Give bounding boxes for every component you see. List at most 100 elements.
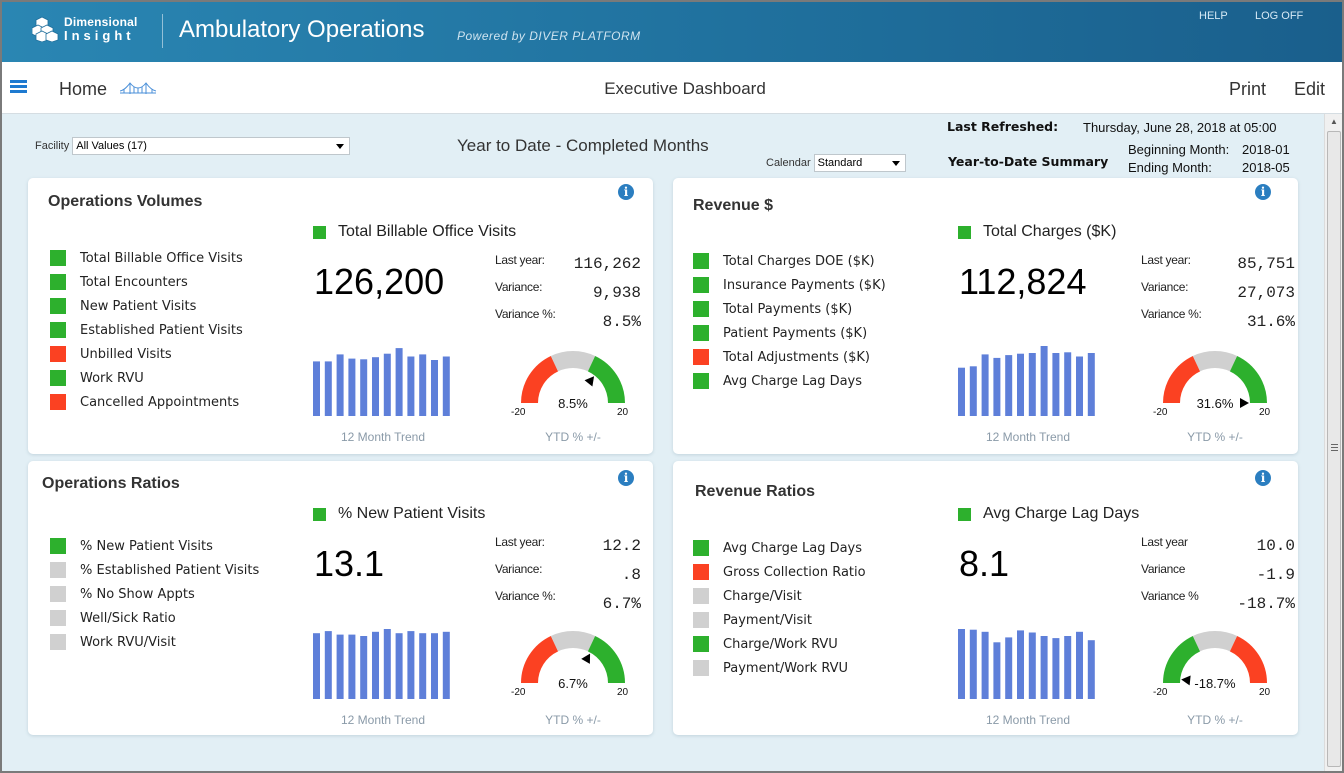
info-icon[interactable]: i (1255, 184, 1271, 200)
trend-bar (442, 631, 450, 699)
trend-bar (336, 634, 344, 699)
trend-bar-chart (313, 348, 450, 416)
metric-list-label: Total Charges DOE ($K) (723, 253, 875, 269)
variance-value: .8 (621, 566, 641, 584)
facility-select[interactable]: All Values (17) (72, 137, 351, 155)
gauge-value-label: -18.7% (1194, 676, 1236, 691)
scroll-up-arrow-icon[interactable]: ▲ (1325, 114, 1342, 130)
metric-list-item[interactable]: Patient Payments ($K) (693, 321, 886, 345)
trend-bar (407, 631, 415, 699)
trend-bar (1028, 353, 1036, 416)
status-indicator (50, 274, 66, 290)
metric-list-item[interactable]: Cancelled Appointments (50, 390, 243, 414)
powered-by: Powered by DIVER PLATFORM (457, 29, 641, 43)
gauge-max-label: 20 (617, 407, 629, 418)
info-icon[interactable]: i (618, 184, 634, 200)
metric-value: 126,200 (314, 261, 445, 302)
trend-bar (324, 631, 332, 699)
trend-bar (360, 359, 368, 416)
vertical-scrollbar[interactable]: ▲ (1324, 114, 1342, 771)
trend-bar (993, 357, 1001, 416)
metric-list-label: Total Payments ($K) (723, 301, 853, 317)
metric-list-item[interactable]: Total Billable Office Visits (50, 246, 243, 270)
metric-list-item[interactable]: Unbilled Visits (50, 342, 243, 366)
selected-metric-header: Total Billable Office Visits (313, 223, 516, 241)
company-logo: Dimensional Insight (32, 16, 138, 42)
gauge-value-label: 31.6% (1196, 396, 1234, 411)
status-indicator (958, 225, 971, 239)
status-indicator (50, 586, 66, 602)
metric-value: 13.1 (314, 543, 385, 584)
metric-list-item[interactable]: New Patient Visits (50, 294, 243, 318)
edit-button[interactable]: Edit (1294, 79, 1325, 100)
status-indicator (50, 298, 66, 314)
metric-list-item[interactable]: Total Charges DOE ($K) (693, 249, 886, 273)
metric-list-item[interactable]: Charge/Visit (693, 584, 866, 608)
metric-list-item[interactable]: Total Payments ($K) (693, 297, 886, 321)
trend-bar (419, 633, 427, 699)
metric-list-item[interactable]: Established Patient Visits (50, 318, 243, 342)
info-icon[interactable]: i (618, 470, 634, 486)
scroll-thumb[interactable] (1327, 131, 1341, 767)
metric-list-item[interactable]: Avg Charge Lag Days (693, 369, 886, 393)
trend-bar (348, 358, 356, 416)
metric-list-label: Insurance Payments ($K) (723, 277, 886, 293)
metric-list-item[interactable]: Payment/Visit (693, 608, 866, 632)
trend-bar (1064, 636, 1072, 699)
trend-bar (1076, 631, 1083, 699)
metric-list-label: Well/Sick Ratio (80, 610, 176, 626)
trend-bar (313, 361, 320, 416)
gauge-pointer-icon (584, 376, 595, 387)
metric-list-item[interactable]: Work RVU/Visit (50, 630, 259, 654)
calendar-select[interactable]: Standard (813, 154, 906, 172)
trend-bar (419, 354, 427, 416)
metric-list-item[interactable]: % New Patient Visits (50, 534, 259, 558)
header-divider (162, 14, 163, 48)
metric-list-item[interactable]: Charge/Work RVU (693, 632, 866, 656)
metric-list-item[interactable]: % No Show Appts (50, 582, 259, 606)
info-icon[interactable]: i (1255, 470, 1271, 486)
calendar-select-value: Standard (817, 157, 863, 169)
last-year-value: 85,751 (1237, 255, 1295, 273)
trend-bar (1052, 353, 1060, 416)
metric-list-item[interactable]: Gross Collection Ratio (693, 560, 866, 584)
cubes-logo-icon (32, 16, 59, 42)
gauge-caption: YTD % +/- (1187, 713, 1243, 727)
logo-text-line2: Insight (64, 28, 135, 43)
metric-list-item[interactable]: Insurance Payments ($K) (693, 273, 886, 297)
metric-list-item[interactable]: Total Adjustments ($K) (693, 345, 886, 369)
metric-list-item[interactable]: Total Encounters (50, 270, 243, 294)
metric-list: Total Billable Office Visits Total Encoun… (50, 246, 243, 414)
metric-list-item[interactable]: Work RVU (50, 366, 243, 390)
metric-list-label: New Patient Visits (80, 298, 197, 314)
metric-list-label: Payment/Visit (723, 612, 812, 628)
metric-value: 112,824 (959, 261, 1087, 302)
variance-pct-value: 8.5% (602, 313, 641, 331)
variance-label: Variance: (1141, 280, 1189, 294)
trend-caption: 12 Month Trend (985, 430, 1071, 444)
gauge-arc-mid (550, 351, 596, 372)
trend-bar (336, 354, 344, 416)
metric-list-item[interactable]: Payment/Work RVU (693, 656, 866, 680)
card-title: Revenue $ (693, 197, 774, 214)
nav-bar: Home Executive Dashboard Print Edit (2, 62, 1342, 114)
metric-list-label: Total Encounters (80, 274, 188, 290)
logoff-link[interactable]: LOG OFF (1255, 10, 1303, 22)
trend-bar (981, 354, 989, 416)
variance-pct-value: -18.7% (1237, 595, 1295, 613)
metric-list-item[interactable]: Well/Sick Ratio (50, 606, 259, 630)
card-title: Operations Volumes (48, 193, 203, 210)
metric-list-item[interactable]: Avg Charge Lag Days (693, 536, 866, 560)
gauge-min-label: -20 (511, 407, 526, 418)
status-indicator (50, 562, 66, 578)
metric-list-item[interactable]: % Established Patient Visits (50, 558, 259, 582)
gauge-min-label: -20 (1153, 407, 1168, 418)
metric-list: % New Patient Visits % Established Patien… (50, 534, 259, 654)
help-link[interactable]: HELP (1199, 10, 1228, 22)
metric-list-label: Avg Charge Lag Days (723, 540, 863, 556)
trend-bar-chart (958, 629, 1095, 699)
status-indicator (50, 610, 66, 626)
trend-bar (958, 629, 965, 699)
chevron-down-icon (336, 144, 345, 149)
print-button[interactable]: Print (1229, 79, 1266, 100)
